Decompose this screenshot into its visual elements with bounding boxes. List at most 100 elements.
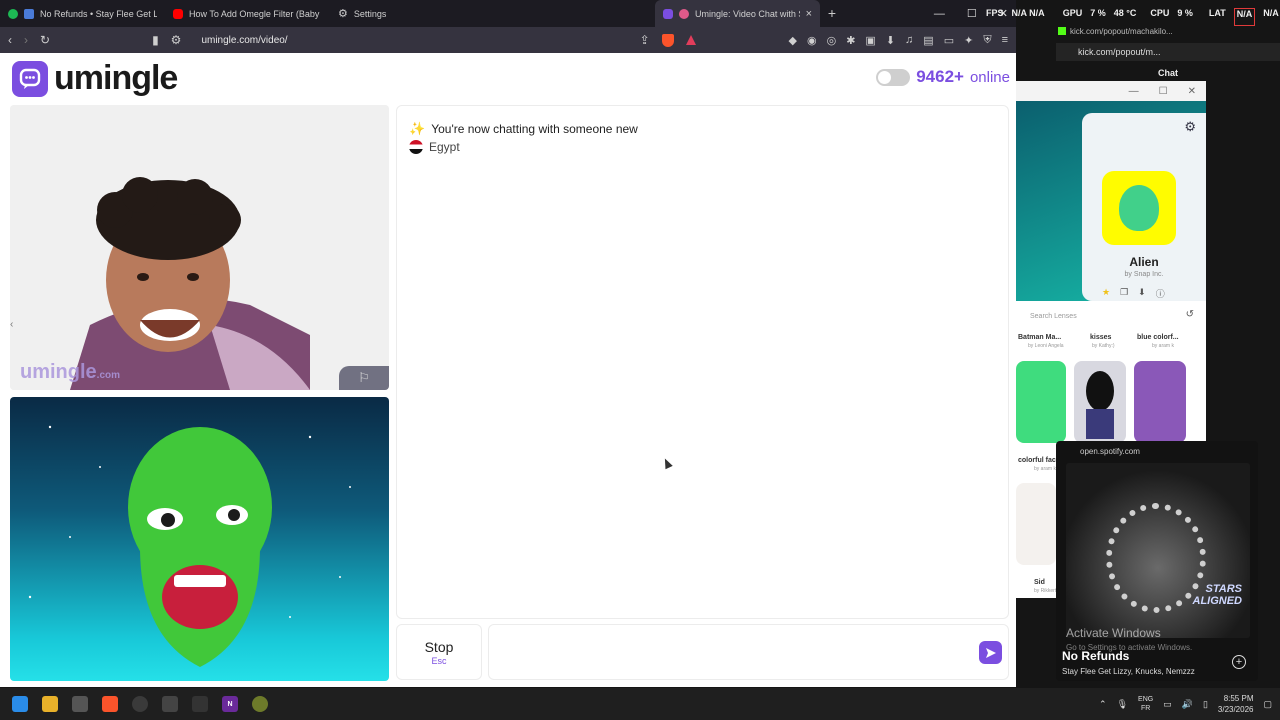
left-arrow-icon[interactable]: ‹ xyxy=(10,319,13,330)
maximize-icon[interactable]: ☐ xyxy=(1159,86,1168,97)
bookmark-icon[interactable]: ▮ xyxy=(152,33,159,47)
browser-tab-settings[interactable]: ⚙ Settings xyxy=(330,0,495,27)
extensions-icon[interactable]: ✱ xyxy=(846,34,855,47)
tab-title: How To Add Omegle Filter (Baby Fac xyxy=(189,8,322,19)
copy-icon[interactable]: ❐ xyxy=(1120,287,1128,300)
download-icon[interactable]: ⬇ xyxy=(886,34,895,47)
battery-icon[interactable]: ▯ xyxy=(1203,699,1208,710)
chat-log: ✨ You're now chatting with someone new E… xyxy=(396,105,1009,619)
close-tab-icon[interactable]: × xyxy=(806,8,812,20)
notifications-icon[interactable]: ▢ xyxy=(1263,699,1272,710)
site-info-icon[interactable]: ⚙ xyxy=(171,33,182,47)
brave-icon[interactable] xyxy=(102,696,118,712)
minimize-icon[interactable]: — xyxy=(934,8,945,20)
logo-text: umingle xyxy=(54,59,178,97)
umingle-watermark: umingle.com xyxy=(20,361,120,384)
lens-tile[interactable] xyxy=(1074,361,1126,443)
minimize-icon[interactable]: — xyxy=(1129,86,1139,97)
activate-windows-sub: Go to Settings to activate Windows. xyxy=(1066,643,1193,652)
kick-icon xyxy=(1058,27,1066,35)
browser-tab-umingle[interactable]: Umingle: Video Chat with Str × xyxy=(655,0,820,27)
microphone-icon[interactable]: 🎙 xyxy=(1117,699,1128,710)
wallet-icon[interactable]: ▭ xyxy=(944,34,954,47)
download-icon[interactable]: ⬇ xyxy=(1138,287,1146,300)
lens-actions: ★ ❐ ⬇ ⓘ xyxy=(1102,287,1165,300)
system-monitor-overlay: FPS N/A N/A GPU 7 % 48 °C CPU 9 % LAT N/… xyxy=(986,8,1280,26)
pip-icon xyxy=(24,8,34,19)
vpn-shield-icon[interactable]: ⛨ xyxy=(983,34,991,47)
chat-bubble-icon xyxy=(12,60,48,97)
fps-label: FPS xyxy=(986,8,1004,18)
volume-icon[interactable]: 🔊 xyxy=(1182,699,1193,710)
settings-gear-icon[interactable]: ⚙ xyxy=(1184,119,1196,135)
nzxt-icon[interactable]: N xyxy=(222,696,238,712)
screenshot-icon[interactable]: ▣ xyxy=(865,34,875,47)
lens-tile[interactable] xyxy=(1016,483,1056,565)
brave-rewards-icon[interactable] xyxy=(685,35,696,45)
favorite-star-icon[interactable]: ★ xyxy=(1102,287,1110,300)
cast-icon[interactable]: ◉ xyxy=(807,34,817,47)
network-icon[interactable]: ▭ xyxy=(1163,699,1172,710)
info-icon[interactable]: ⓘ xyxy=(1156,287,1165,300)
tray-expand-icon[interactable]: ⌃ xyxy=(1099,699,1107,710)
close-window-icon[interactable]: ✕ xyxy=(1188,86,1196,97)
send-button[interactable] xyxy=(979,641,1002,664)
leo-icon[interactable]: ✦ xyxy=(964,34,973,47)
maximize-icon[interactable]: ☐ xyxy=(967,7,977,20)
gpu-label: GPU xyxy=(1062,8,1083,18)
steam-icon[interactable] xyxy=(132,696,148,712)
reload-icon[interactable]: ↻ xyxy=(40,33,50,47)
youtube-icon xyxy=(173,8,183,19)
stranger-video-frame xyxy=(10,105,389,390)
extension-eye-icon[interactable]: ◎ xyxy=(827,34,837,47)
store-icon[interactable] xyxy=(72,696,88,712)
lens-author: by aram k xyxy=(1152,343,1174,349)
stop-button[interactable]: Stop Esc xyxy=(396,624,482,680)
language-indicator[interactable]: ENG FR xyxy=(1138,695,1153,713)
forward-icon[interactable]: › xyxy=(24,33,28,47)
lens-tile[interactable] xyxy=(1016,361,1066,443)
history-icon[interactable]: ↺ xyxy=(1186,309,1194,320)
lat-value-2: N/A xyxy=(1263,8,1279,18)
back-icon[interactable]: ‹ xyxy=(8,33,12,47)
add-to-library-icon[interactable]: + xyxy=(1232,655,1246,669)
kick-address-bar[interactable]: kick.com/popout/m... xyxy=(1056,43,1280,61)
vpn-icon[interactable]: ◆ xyxy=(789,34,797,47)
report-flag-icon[interactable]: ⚐ xyxy=(339,366,389,390)
clock-time: 8:55 PM xyxy=(1223,694,1254,703)
site-logo[interactable]: umingle xyxy=(12,59,178,98)
sparkle-icon: ✨ xyxy=(409,121,426,136)
windows-start-icon[interactable] xyxy=(12,696,28,712)
lang-secondary: FR xyxy=(1140,705,1151,712)
gpu-temp: 48 °C xyxy=(1113,8,1137,18)
stop-shortcut: Esc xyxy=(431,656,447,666)
menu-icon[interactable]: ≡ xyxy=(1002,34,1008,46)
share-icon[interactable]: ⇪ xyxy=(640,33,650,47)
address-bar[interactable]: umingle.com/video/ xyxy=(201,35,287,46)
theme-toggle[interactable] xyxy=(876,68,911,86)
browser-tab-youtube[interactable]: How To Add Omegle Filter (Baby Fac xyxy=(165,0,330,27)
app-hex-icon[interactable] xyxy=(162,696,178,712)
brave-shield-icon[interactable] xyxy=(661,33,674,47)
lens-search-input[interactable]: Search Lenses xyxy=(1016,307,1206,325)
album-art-text: STARS ALIGNED xyxy=(1192,583,1243,607)
browser-tab-bar: No Refunds • Stay Flee Get Lizzy How To … xyxy=(0,0,1016,27)
media-icon[interactable]: ♫ xyxy=(905,34,913,46)
sidebar-icon[interactable]: ▤ xyxy=(923,34,933,47)
g-hub-icon[interactable] xyxy=(192,696,208,712)
browser-tab-spotify[interactable]: No Refunds • Stay Flee Get Lizzy xyxy=(0,0,165,27)
message-input[interactable] xyxy=(488,624,1009,680)
lens-label: Sid xyxy=(1034,579,1045,586)
browser-tab-spacer xyxy=(495,0,655,27)
clock[interactable]: 8:55 PM 3/23/2026 xyxy=(1218,693,1254,715)
lat-label: LAT xyxy=(1208,8,1226,18)
watermark-suffix: .com xyxy=(96,370,121,381)
lens-tile[interactable] xyxy=(1134,361,1186,443)
new-tab-button[interactable]: + xyxy=(820,0,844,27)
spotify-url: open.spotify.com xyxy=(1080,446,1140,456)
chrome-icon[interactable] xyxy=(252,696,268,712)
screen: No Refunds • Stay Flee Get Lizzy How To … xyxy=(0,0,1280,720)
file-explorer-icon[interactable] xyxy=(42,696,58,712)
kick-window-title-text: kick.com/popout/machakilo... xyxy=(1070,26,1173,36)
spotify-icon xyxy=(8,8,18,19)
